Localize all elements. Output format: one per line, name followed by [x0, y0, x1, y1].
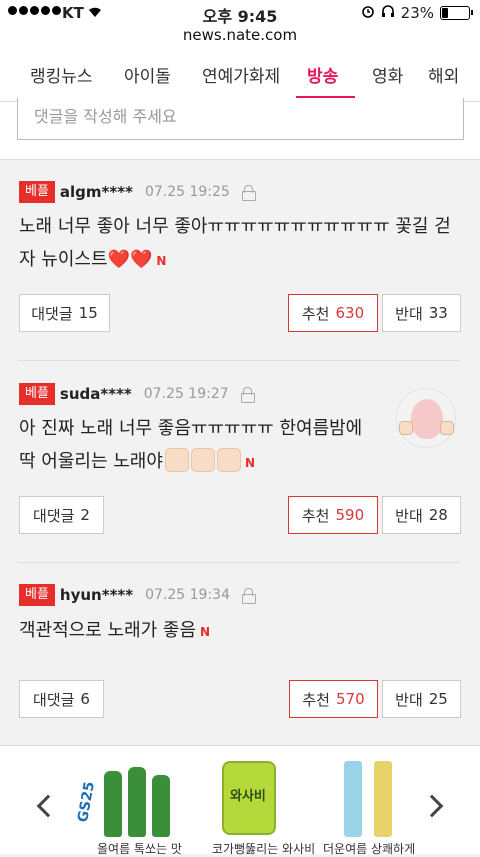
tab-entertainment-topic[interactable]: 연예가화제 — [202, 62, 280, 87]
reply-count: 2 — [80, 506, 90, 524]
reply-button[interactable]: 대댓글 6 — [19, 680, 104, 718]
oppose-button[interactable]: 반대 28 — [382, 496, 461, 534]
bottle-icon — [104, 771, 122, 837]
comment-input-placeholder: 댓글을 작성해 주세요 — [34, 107, 177, 126]
oppose-count: 25 — [429, 690, 448, 708]
ad-banner[interactable]: GS25 올여름 톡쏘는 맛 와사비 코가뻥뚫리는 와사비 더운여름 상쾌하게 — [0, 745, 480, 854]
url-bar[interactable]: news.nate.com — [0, 26, 480, 48]
tab-broadcast[interactable]: 방송 — [307, 62, 338, 87]
comment-text: 아 진짜 노래 너무 좋음ㅠㅠㅠㅠㅠ 한여름밤에 딱 어울리는 노래야 N — [19, 412, 399, 480]
lock-icon — [242, 185, 254, 199]
recommend-label: 추천 — [302, 303, 330, 324]
recommend-count: 590 — [335, 506, 364, 524]
ad-product-toothbrush[interactable] — [340, 761, 410, 837]
divider — [18, 360, 460, 361]
new-mark-icon: N — [156, 254, 166, 268]
oppose-button[interactable]: 반대 25 — [382, 680, 461, 718]
comment-text-line: 아 진짜 노래 너무 좋음ㅠㅠㅠㅠㅠ 한여름밤에 — [19, 418, 362, 439]
toothbrush-icon — [344, 761, 362, 837]
lock-icon — [242, 588, 254, 602]
recommend-button[interactable]: 추천 630 — [288, 294, 378, 332]
ad-product-chips[interactable]: 와사비 — [222, 761, 282, 837]
recommend-count: 630 — [335, 304, 364, 322]
divider — [18, 562, 460, 563]
ad-caption: 더운여름 상쾌하게 — [323, 840, 415, 857]
recommend-label: 추천 — [302, 689, 330, 710]
reply-button[interactable]: 대댓글 15 — [19, 294, 110, 332]
comment-username[interactable]: hyun**** — [60, 586, 133, 604]
thumbs-up-icon — [165, 448, 189, 472]
comment-text: 객관적으로 노래가 좋음 N — [19, 614, 469, 649]
tab-idol[interactable]: 아이돌 — [124, 62, 171, 87]
comment-time: 07.25 19:27 — [144, 386, 229, 402]
comment-username[interactable]: suda**** — [60, 385, 132, 403]
recommend-count: 570 — [336, 690, 365, 708]
comment-text-line: 노래 너무 좋아 너무 좋아ㅠㅠㅠㅠㅠㅠㅠㅠㅠㅠㅠ 꽃길 걷 — [19, 216, 451, 237]
heart-emoji: ❤️❤️ — [108, 249, 153, 270]
url-text: news.nate.com — [183, 26, 297, 44]
thumbs-up-icon — [399, 421, 413, 435]
gs25-logo: GS25 — [75, 780, 98, 823]
comment-text-line: 객관적으로 노래가 좋음 — [19, 620, 196, 641]
tab-movie[interactable]: 영화 — [372, 62, 403, 87]
comment-text-line: 자 뉴이스트 — [19, 249, 108, 270]
ad-caption: 코가뻥뚫리는 와사비 — [212, 840, 315, 857]
oppose-count: 28 — [429, 506, 448, 524]
reply-label: 대댓글 — [33, 505, 74, 526]
comment-time: 07.25 19:34 — [145, 587, 230, 603]
comment-username[interactable]: algm**** — [60, 183, 133, 201]
battery-percent: 23% — [401, 4, 434, 22]
best-comment-badge: 베플 — [19, 383, 55, 405]
lock-icon — [241, 387, 253, 401]
ad-caption: 올여름 톡쏘는 맛 — [97, 840, 182, 857]
recommend-label: 추천 — [302, 505, 330, 526]
oppose-label: 반대 — [395, 689, 423, 710]
comment-time: 07.25 19:25 — [145, 184, 230, 200]
comment-input[interactable]: 댓글을 작성해 주세요 — [17, 98, 464, 140]
avatar-face — [411, 399, 443, 439]
headphones-icon — [381, 4, 395, 22]
new-mark-icon: N — [200, 625, 210, 639]
bottle-icon — [128, 767, 146, 837]
comment-input-area: 댓글을 작성해 주세요 — [0, 102, 480, 160]
avatar — [396, 388, 456, 448]
oppose-label: 반대 — [395, 303, 423, 324]
thumbs-up-icon — [440, 421, 454, 435]
chevron-right-icon[interactable] — [421, 795, 444, 818]
reply-button[interactable]: 대댓글 2 — [19, 496, 104, 534]
thumbs-up-icon — [217, 448, 241, 472]
oppose-count: 33 — [429, 304, 448, 322]
best-comment-badge: 베플 — [19, 181, 55, 203]
new-mark-icon: N — [245, 456, 255, 470]
ad-product-soda[interactable] — [100, 761, 180, 837]
recommend-button[interactable]: 추천 570 — [289, 680, 378, 718]
oppose-label: 반대 — [395, 505, 423, 526]
chips-bag-icon: 와사비 — [222, 761, 276, 835]
oppose-button[interactable]: 반대 33 — [382, 294, 461, 332]
toothbrush-icon — [374, 761, 392, 837]
comment-text: 노래 너무 좋아 너무 좋아ㅠㅠㅠㅠㅠㅠㅠㅠㅠㅠㅠ 꽃길 걷 자 뉴이스트❤️❤… — [19, 210, 469, 278]
thumbs-up-icon — [191, 448, 215, 472]
status-bar: KT 오후 9:45 23% — [0, 0, 480, 26]
best-comment-badge: 베플 — [19, 584, 55, 606]
comment-text-line: 딱 어울리는 노래야 — [19, 451, 163, 472]
alarm-icon — [361, 4, 375, 22]
tab-ranking-news[interactable]: 랭킹뉴스 — [30, 62, 93, 87]
recommend-button[interactable]: 추천 590 — [288, 496, 378, 534]
battery-icon — [440, 6, 470, 20]
chips-label: 와사비 — [230, 785, 266, 804]
reply-label: 대댓글 — [33, 689, 74, 710]
bottle-icon — [152, 775, 170, 837]
reply-count: 6 — [80, 690, 90, 708]
reply-count: 15 — [79, 304, 98, 322]
tab-overseas[interactable]: 해외 — [428, 62, 459, 87]
reply-label: 대댓글 — [31, 303, 72, 324]
category-tabs: ‹ 랭킹뉴스 아이돌 연예가화제 방송 영화 해외 — [0, 48, 480, 102]
chevron-left-icon[interactable] — [37, 795, 60, 818]
